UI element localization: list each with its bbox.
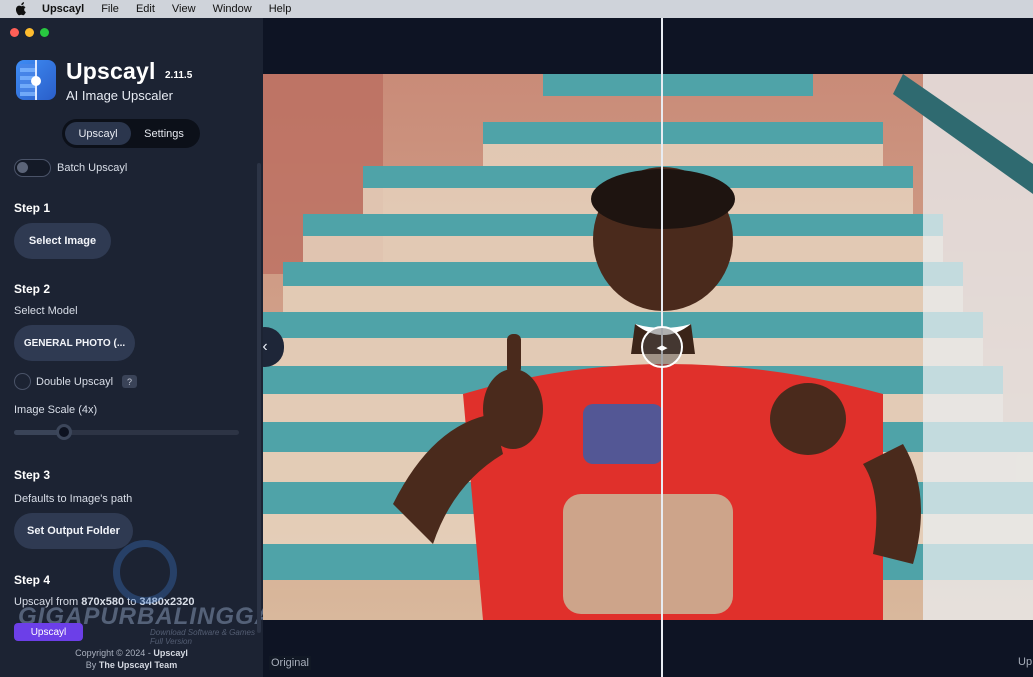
tab-bar: Upscayl Settings bbox=[62, 119, 200, 148]
output-path-label: Defaults to Image's path bbox=[14, 493, 133, 505]
batch-upscayl-toggle[interactable] bbox=[14, 159, 51, 177]
help-icon[interactable]: ? bbox=[122, 375, 137, 388]
sidebar: Upscayl 2.11.5 AI Image Upscaler Upscayl… bbox=[0, 18, 272, 677]
set-output-folder-button[interactable]: Set Output Folder bbox=[14, 513, 133, 549]
zoom-window-button[interactable] bbox=[40, 28, 49, 37]
watermark-logo-icon bbox=[113, 540, 177, 604]
upscayled-label: Up bbox=[1018, 656, 1033, 668]
upscayl-logo-icon bbox=[16, 60, 56, 100]
apple-icon[interactable] bbox=[14, 2, 28, 16]
app-title: Upscayl bbox=[66, 58, 156, 84]
upscayl-button[interactable]: Upscayl bbox=[14, 623, 83, 641]
select-image-button[interactable]: Select Image bbox=[14, 223, 111, 259]
menu-view[interactable]: View bbox=[172, 3, 196, 15]
menu-app-name[interactable]: Upscayl bbox=[42, 3, 84, 15]
app-version: 2.11.5 bbox=[165, 70, 193, 81]
credits-prefix: By bbox=[85, 660, 97, 670]
double-upscayl-checkbox[interactable] bbox=[14, 373, 31, 390]
image-compare-viewer[interactable]: ◂▸ ‹ Original Up bbox=[263, 18, 1033, 677]
credits-line: By The Upscayl Team bbox=[0, 660, 263, 670]
step3-title: Step 3 bbox=[14, 468, 51, 482]
app-window: Upscayl 2.11.5 AI Image Upscaler Upscayl… bbox=[0, 18, 1033, 677]
step4-title: Step 4 bbox=[14, 573, 51, 587]
batch-upscayl-label: Batch Upscayl bbox=[57, 162, 128, 174]
sidebar-scrollbar[interactable] bbox=[257, 163, 261, 633]
copyright-line: Copyright © 2024 - Upscayl bbox=[0, 648, 263, 658]
select-model-label: Select Model bbox=[14, 305, 78, 317]
original-label: Original bbox=[269, 656, 311, 670]
slider-thumb[interactable] bbox=[55, 424, 72, 440]
image-scale-label: Image Scale (4x) bbox=[14, 404, 98, 416]
tab-upscayl[interactable]: Upscayl bbox=[65, 122, 131, 145]
image-scale-slider[interactable] bbox=[14, 430, 239, 435]
window-controls bbox=[10, 28, 49, 37]
copyright-brand: Upscayl bbox=[153, 648, 188, 658]
menu-window[interactable]: Window bbox=[213, 3, 252, 15]
watermark-subtext: Download Software & Games Full Version bbox=[150, 628, 255, 646]
copyright-prefix: Copyright © 2024 - bbox=[75, 648, 151, 658]
double-upscayl-label: Double Upscayl bbox=[36, 376, 114, 388]
step2-title: Step 2 bbox=[14, 282, 51, 296]
menu-file[interactable]: File bbox=[101, 3, 119, 15]
model-select[interactable]: GENERAL PHOTO (... bbox=[14, 325, 135, 361]
step1-title: Step 1 bbox=[14, 201, 51, 215]
close-window-button[interactable] bbox=[10, 28, 19, 37]
minimize-window-button[interactable] bbox=[25, 28, 34, 37]
menu-edit[interactable]: Edit bbox=[136, 3, 155, 15]
credits-team: The Upscayl Team bbox=[98, 660, 178, 670]
app-subtitle: AI Image Upscaler bbox=[66, 88, 173, 103]
menu-help[interactable]: Help bbox=[269, 3, 292, 15]
toggle-knob bbox=[17, 162, 28, 173]
compare-drag-handle-icon[interactable]: ◂▸ bbox=[641, 326, 683, 368]
mac-menubar: Upscayl File Edit View Window Help bbox=[0, 0, 1033, 18]
tab-settings[interactable]: Settings bbox=[131, 122, 197, 145]
